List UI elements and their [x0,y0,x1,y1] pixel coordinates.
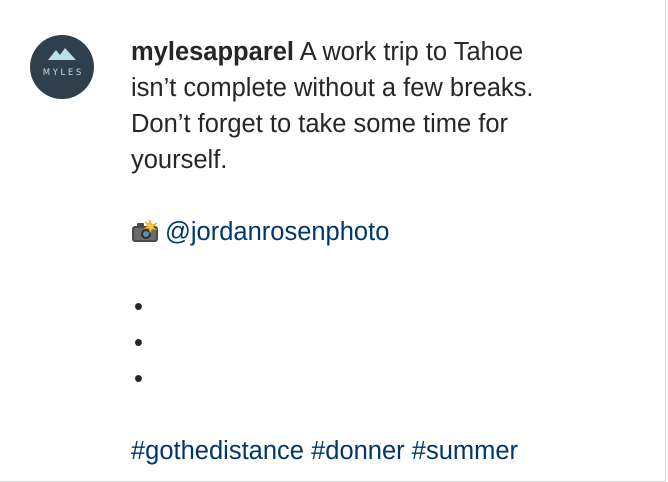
hashtag-link[interactable]: #summer [412,437,518,465]
caption-line: Don’t forget to take some time for [131,110,508,138]
photo-credit-line: @jordanrosenphoto [131,214,631,253]
dot-separator: • [134,329,143,357]
camera-with-flash-icon [131,217,159,253]
caption-panel: MYLES mylesapparel A work trip to Tahoe … [0,0,666,482]
dot-separator: • [134,293,143,321]
dot-separator: • [134,365,143,393]
mention-link[interactable]: @jordanrosenphoto [165,218,389,246]
hashtag-line: #gothedistance #donner #summer [131,433,631,469]
caption-line: mylesapparel A work trip to Tahoe [131,34,631,70]
mountain-logo-icon [48,48,76,60]
avatar[interactable]: MYLES [30,35,94,99]
hashtag-link[interactable]: #donner [311,437,405,465]
post-caption: mylesapparel A work trip to Tahoe isn’t … [131,34,631,469]
caption-text: A work trip to Tahoe [299,38,524,66]
caption-line: isn’t complete without a few breaks. [131,74,534,102]
caption-line: yourself. [131,146,228,174]
username-link[interactable]: mylesapparel [131,38,294,66]
hashtag-link[interactable]: #gothedistance [131,437,304,465]
avatar-logo-text: MYLES [42,68,84,78]
